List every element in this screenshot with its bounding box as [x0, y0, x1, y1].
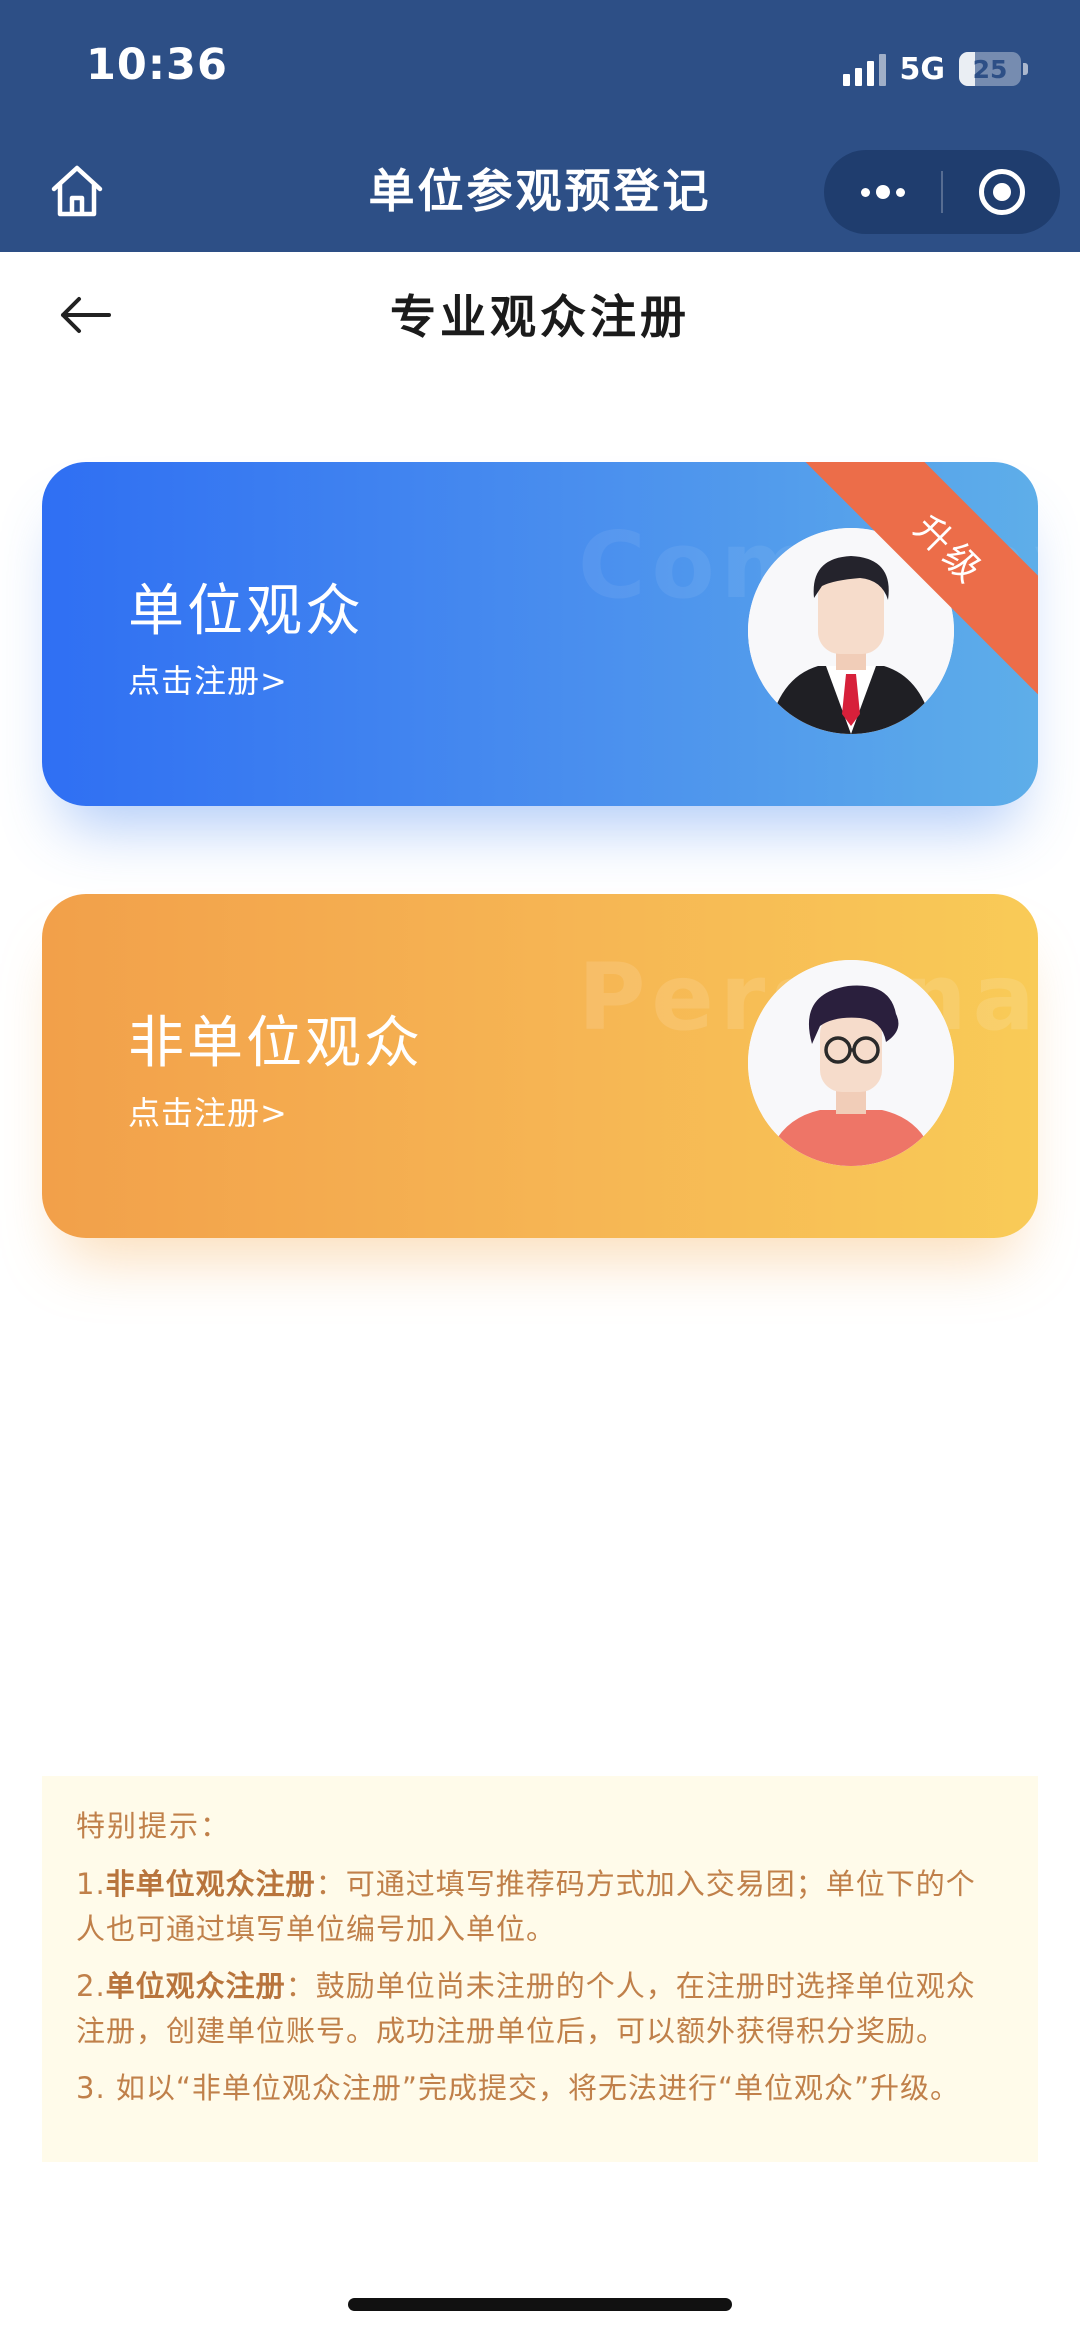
page-title: 专业观众注册	[390, 290, 690, 344]
notice-item-number: 2.	[76, 1969, 106, 2003]
notice-item-number: 1.	[76, 1867, 106, 1901]
notice-item-heading: 非单位观众注册	[105, 1867, 316, 1901]
notice-item: 2.单位观众注册：鼓励单位尚未注册的个人，在注册时选择单位观众注册，创建单位账号…	[76, 1964, 1004, 2054]
status-indicators: 5G 25	[842, 48, 1028, 90]
screen: 10:36 5G 25 单位参观预登记 专业观众注册 单位观众 点击注册> 升级…	[0, 0, 1080, 2337]
status-time: 10:36	[86, 40, 228, 90]
mini-program-capsule	[824, 150, 1060, 234]
close-mini-program-button[interactable]	[943, 150, 1060, 234]
special-notice: 特别提示： 1.非单位观众注册：可通过填写推荐码方式加入交易团；单位下的个人也可…	[42, 1776, 1038, 2162]
more-button[interactable]	[824, 150, 941, 234]
card-title: 单位观众	[128, 579, 364, 644]
register-link[interactable]: 点击注册>	[128, 656, 288, 702]
notice-item: 3. 如以“非单位观众注册”完成提交，将无法进行“单位观众”升级。	[76, 2066, 1004, 2111]
network-label: 5G	[899, 51, 946, 87]
notice-item: 1.非单位观众注册：可通过填写推荐码方式加入交易团；单位下的个人也可通过填写单位…	[76, 1862, 1004, 1952]
notice-title: 特别提示：	[76, 1809, 232, 1843]
top-bar: 10:36 5G 25 单位参观预登记	[0, 0, 1080, 252]
notice-item-heading: 单位观众注册	[105, 1969, 286, 2003]
unit-visitor-card[interactable]: Company 单位观众 点击注册> 升级	[42, 462, 1038, 806]
target-icon	[978, 169, 1025, 215]
card-title: 非单位观众	[128, 1011, 423, 1076]
notice-item-text: 如以“非单位观众注册”完成提交，将无法进行“单位观众”升级。	[115, 2071, 960, 2105]
person-with-glasses-avatar-icon	[748, 960, 954, 1166]
signal-icon	[842, 52, 886, 86]
notice-item-number: 3.	[76, 2071, 116, 2105]
non-unit-visitor-card[interactable]: Personal 非单位观众 点击注册>	[42, 894, 1038, 1238]
register-link[interactable]: 点击注册>	[128, 1088, 288, 1134]
battery-icon: 25	[959, 52, 1021, 86]
battery-level: 25	[972, 54, 1008, 84]
battery-tip	[1023, 63, 1028, 75]
more-dots-icon	[860, 185, 905, 199]
home-indicator[interactable]	[348, 2298, 732, 2311]
